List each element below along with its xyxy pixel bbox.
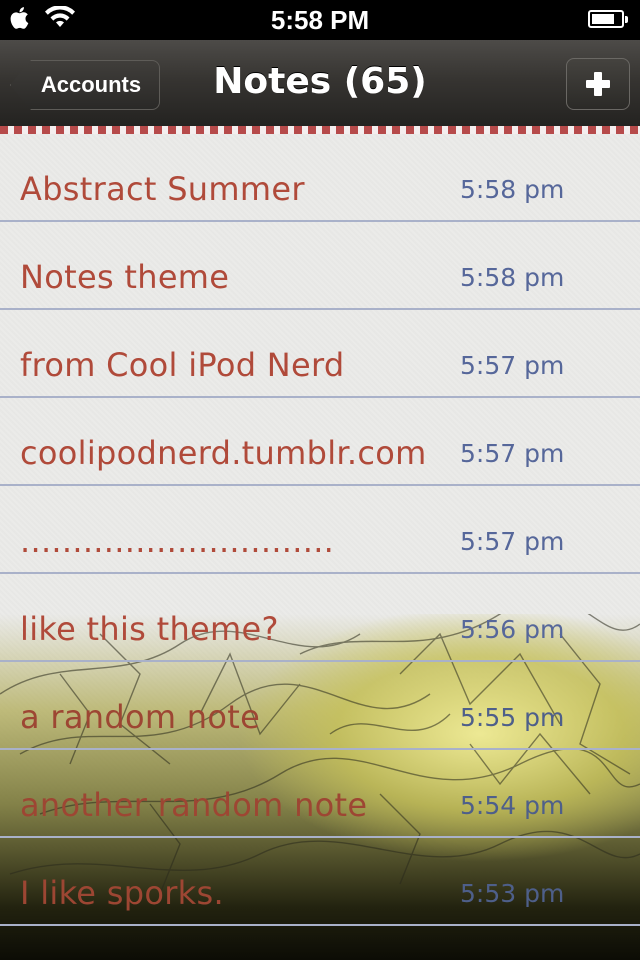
note-time: 5:56 pm (460, 615, 565, 644)
note-title: coolipodnerd.tumblr.com (20, 434, 427, 472)
note-row[interactable]: coolipodnerd.tumblr.com 5:57 pm (0, 398, 640, 486)
note-row[interactable]: like this theme? 5:56 pm (0, 574, 640, 662)
note-time: 5:57 pm (460, 439, 565, 468)
note-title: Abstract Summer (20, 170, 305, 208)
battery-level-fill (592, 14, 614, 24)
note-time: 5:55 pm (460, 703, 565, 732)
note-row[interactable]: a random note 5:55 pm (0, 662, 640, 750)
status-time: 5:58 PM (270, 5, 370, 35)
note-row[interactable]: I like sporks. 5:53 pm (0, 838, 640, 926)
note-row[interactable]: from Cool iPod Nerd 5:57 pm (0, 310, 640, 398)
note-row[interactable]: another random note 5:54 pm (0, 750, 640, 838)
add-note-button[interactable] (566, 58, 630, 110)
note-time: 5:58 pm (460, 175, 565, 204)
note-title: I like sporks. (20, 874, 224, 912)
note-time: 5:57 pm (460, 351, 565, 380)
note-row[interactable]: Abstract Summer 5:58 pm (0, 134, 640, 222)
status-bar: 5:58 PM (0, 0, 640, 40)
page-title: Notes (65) (213, 61, 427, 102)
nav-decorative-trim (0, 126, 640, 134)
note-time: 5:53 pm (460, 879, 565, 908)
accounts-back-button[interactable]: Accounts (10, 60, 160, 110)
note-title: .............................. (20, 522, 335, 560)
note-title: Notes theme (20, 258, 230, 296)
plus-icon (567, 72, 629, 113)
navigation-bar: Accounts Notes (65) (0, 40, 640, 129)
note-title: like this theme? (20, 610, 279, 648)
note-row[interactable]: .............................. 5:57 pm (0, 486, 640, 574)
note-time: 5:57 pm (460, 527, 565, 556)
notes-list[interactable]: Abstract Summer 5:58 pm Notes theme 5:58 pm… (0, 134, 640, 960)
note-title: from Cool iPod Nerd (20, 346, 345, 384)
note-title: another random note (20, 786, 368, 824)
note-time: 5:58 pm (460, 263, 565, 292)
note-time: 5:54 pm (460, 791, 565, 820)
battery-icon (588, 10, 628, 28)
note-title: a random note (20, 698, 261, 736)
note-row[interactable]: Notes theme 5:58 pm (0, 222, 640, 310)
